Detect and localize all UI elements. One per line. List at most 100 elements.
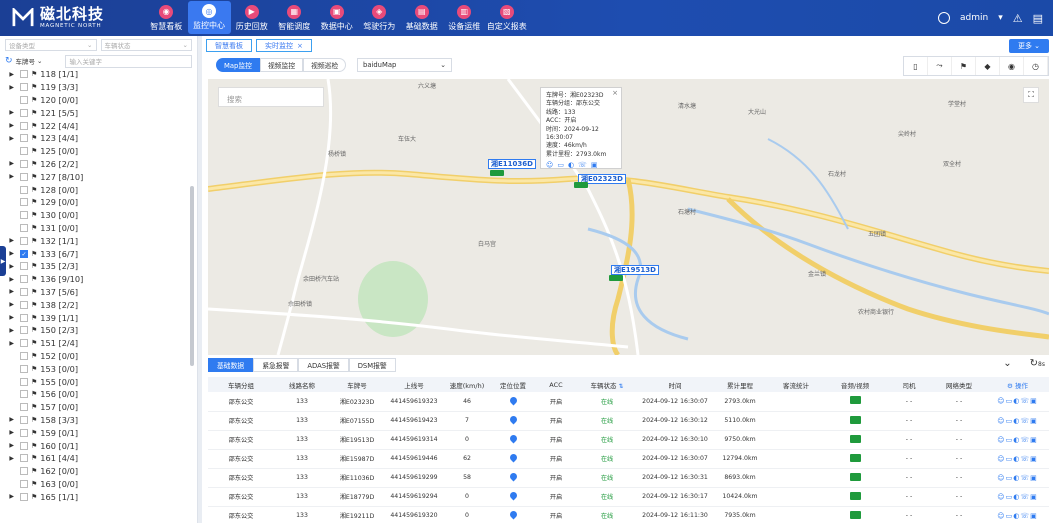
keyword-input[interactable]: 输入关键字: [64, 54, 192, 68]
expand-arrow-icon[interactable]: ▶: [0, 84, 18, 91]
location-pin-icon[interactable]: [508, 433, 518, 444]
expand-arrow-icon[interactable]: ▶: [0, 314, 18, 321]
route-tool-icon[interactable]: ⤳: [928, 57, 952, 75]
device-type-select[interactable]: 设备类型 ⌄: [5, 39, 97, 51]
tree-checkbox[interactable]: [20, 287, 28, 296]
nav-item-1[interactable]: ◎ 监控中心: [187, 1, 231, 34]
tree-node[interactable]: ⚑ 157 [0/0]: [0, 401, 190, 414]
expand-arrow-icon[interactable]: ▶: [0, 122, 18, 129]
tree-checkbox[interactable]: [20, 300, 28, 309]
tree-checkbox[interactable]: [20, 211, 28, 220]
tree-checkbox[interactable]: [20, 351, 28, 360]
tree-node[interactable]: ⚑ 152 [0/0]: [0, 350, 190, 363]
expand-arrow-icon[interactable]: ▶: [0, 276, 18, 283]
tree-node[interactable]: ▶ ⚑ 126 [2/2]: [0, 158, 190, 171]
tree-checkbox[interactable]: [20, 236, 28, 245]
search-field-select[interactable]: 车牌号 ⌄: [16, 56, 62, 66]
sort-icon[interactable]: ⇅: [617, 383, 623, 390]
row-action-icons[interactable]: ☺▭◐☏▣: [997, 397, 1037, 405]
map-search-input[interactable]: 搜索: [218, 87, 324, 107]
tree-node[interactable]: ⚑ 131 [0/0]: [0, 222, 190, 235]
person-icon[interactable]: ☺: [546, 161, 553, 169]
video-player-icon[interactable]: [849, 491, 861, 500]
nav-item-3[interactable]: ▦ 智能调度: [273, 0, 316, 36]
profile-card-icon[interactable]: ▤: [1033, 12, 1043, 25]
row-action-icons[interactable]: ☺▭◐☏▣: [997, 436, 1037, 444]
tree-node[interactable]: ▶ ⚑ 118 [1/1]: [0, 68, 190, 81]
expand-arrow-icon[interactable]: ▶: [0, 288, 18, 295]
nav-item-8[interactable]: ▧ 自定义报表: [486, 0, 529, 36]
tree-checkbox[interactable]: [20, 185, 28, 194]
tree-checkbox[interactable]: [20, 428, 28, 437]
tree-checkbox[interactable]: [20, 70, 28, 79]
expand-arrow-icon[interactable]: ▶: [0, 173, 18, 180]
tag-tool-icon[interactable]: ◆: [976, 57, 1000, 75]
tree-checkbox[interactable]: [20, 479, 28, 488]
close-icon[interactable]: ×: [297, 42, 303, 50]
tree-node[interactable]: ▶ ⚑ 160 [0/1]: [0, 439, 190, 452]
tree-node[interactable]: ⚑ 128 [0/0]: [0, 183, 190, 196]
mode-tab-1[interactable]: 视频监控: [259, 58, 304, 72]
tree-scrollbar[interactable]: [190, 186, 194, 366]
video-icon[interactable]: ▣: [591, 161, 598, 169]
tree-node[interactable]: ⚑ 120 [0/0]: [0, 94, 190, 107]
tree-node[interactable]: ▶ ⚑ 121 [5/5]: [0, 106, 190, 119]
tree-checkbox[interactable]: [20, 390, 28, 399]
username[interactable]: admin: [960, 13, 988, 23]
tree-checkbox[interactable]: [20, 95, 28, 104]
fullscreen-icon[interactable]: ⛶: [1023, 87, 1039, 103]
close-icon[interactable]: ×: [612, 89, 618, 97]
column-header[interactable]: ⚙ 操作: [986, 377, 1049, 392]
table-row[interactable]: 邵东公交 133 湘E18779D 441459619294 0 开启 在线 2024-09-…: [208, 487, 1049, 507]
expand-arrow-icon[interactable]: ▶: [0, 455, 18, 462]
tree-checkbox[interactable]: [20, 454, 28, 463]
tree-checkbox[interactable]: [20, 467, 28, 476]
page-tab-0[interactable]: 智慧看板: [206, 39, 252, 52]
phone-tool-icon[interactable]: ▯: [904, 57, 928, 75]
vehicle-marker-icon[interactable]: [609, 275, 623, 281]
more-button[interactable]: 更多 ⌄: [1009, 39, 1049, 53]
expand-arrow-icon[interactable]: ▶: [0, 237, 18, 244]
tree-node[interactable]: ⚑ 130 [0/0]: [0, 209, 190, 222]
location-pin-icon[interactable]: [508, 452, 518, 463]
location-pin-icon[interactable]: [508, 395, 518, 406]
tree-node[interactable]: ▶ ⚑ 127 [8/10]: [0, 170, 190, 183]
tree-checkbox[interactable]: [20, 134, 28, 143]
vehicle-marker-label[interactable]: 湘E11036D: [488, 159, 536, 169]
table-tab-2[interactable]: ADAS报警: [298, 358, 349, 372]
vehicle-marker-icon[interactable]: [574, 182, 588, 188]
tree-node[interactable]: ▶ ⚑ 135 [2/3]: [0, 260, 190, 273]
tree-node[interactable]: ▶ ⚑ 139 [1/1]: [0, 311, 190, 324]
tree-node[interactable]: ▶ ⚑ 161 [4/4]: [0, 452, 190, 465]
tree-node[interactable]: ⚑ 129 [0/0]: [0, 196, 190, 209]
row-action-icons[interactable]: ☺▭◐☏▣: [997, 455, 1037, 463]
tree-checkbox[interactable]: [20, 275, 28, 284]
tree-checkbox[interactable]: [20, 403, 28, 412]
page-tab-1[interactable]: 实时监控 ×: [256, 39, 312, 52]
vehicle-marker-icon[interactable]: [490, 170, 504, 176]
nav-item-7[interactable]: ▥ 设备运维: [443, 0, 486, 36]
tree-node[interactable]: ▶ ⚑ 123 [4/4]: [0, 132, 190, 145]
tree-checkbox[interactable]: [20, 492, 28, 501]
tree-checkbox[interactable]: [20, 364, 28, 373]
tree-node[interactable]: ▶ ⚑ 132 [1/1]: [0, 234, 190, 247]
route-icon[interactable]: ◐: [568, 161, 574, 169]
expand-arrow-icon[interactable]: ▶: [0, 160, 18, 167]
video-player-icon[interactable]: [849, 415, 861, 424]
video-player-icon[interactable]: [849, 472, 861, 481]
auto-refresh-button[interactable]: ↻8s: [1030, 358, 1045, 369]
table-row[interactable]: 邵东公交 133 湘E15987D 441459619446 62 开启 在线 2024-09…: [208, 449, 1049, 469]
map-provider-select[interactable]: baiduMap ⌄: [357, 58, 452, 72]
video-player-icon[interactable]: [849, 510, 861, 519]
tree-node[interactable]: ▶ ✓ ⚑ 133 [6/7]: [0, 247, 190, 260]
location-pin-icon[interactable]: [508, 471, 518, 482]
car-icon[interactable]: ▭: [557, 161, 564, 169]
nav-item-0[interactable]: ◉ 智慧看板: [145, 0, 188, 36]
row-action-icons[interactable]: ☺▭◐☏▣: [997, 493, 1037, 501]
tree-checkbox[interactable]: ✓: [20, 249, 28, 258]
expand-arrow-icon[interactable]: ▶: [0, 416, 18, 423]
tree-checkbox[interactable]: [20, 223, 28, 232]
tree-node[interactable]: ▶ ⚑ 165 [1/1]: [0, 490, 190, 503]
tree-checkbox[interactable]: [20, 415, 28, 424]
vehicle-status-select[interactable]: 车辆状态 ⌄: [100, 39, 192, 51]
